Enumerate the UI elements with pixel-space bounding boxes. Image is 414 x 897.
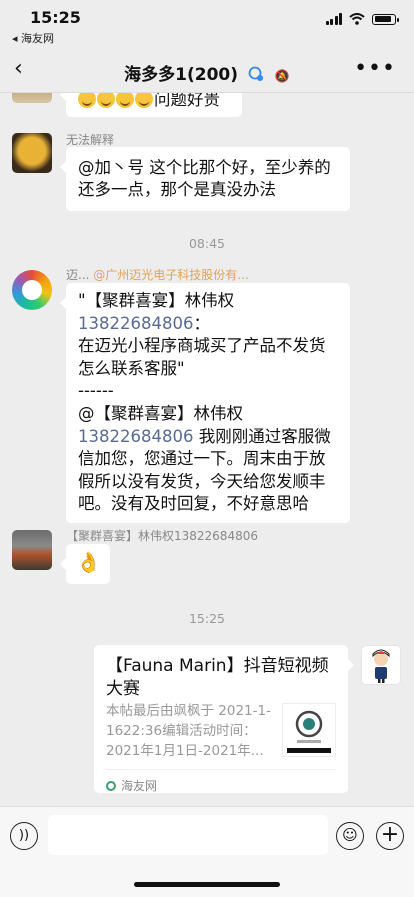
mute-bell-icon: 🔕	[274, 69, 290, 83]
status-time: 15:25	[30, 8, 81, 27]
phone-link[interactable]: 13822684806	[78, 314, 193, 333]
avatar[interactable]	[12, 93, 52, 103]
phone-link[interactable]: 13822684806	[78, 427, 193, 446]
more-icon[interactable]: •••	[354, 56, 396, 81]
card-source-name: 海友网	[121, 779, 158, 793]
avatar[interactable]	[12, 270, 52, 310]
back-to-app-link[interactable]: ◂ 海友网	[12, 30, 54, 46]
card-source: 海友网	[106, 775, 157, 797]
message-bubble[interactable]: 👌	[60, 544, 110, 584]
chat-header: ‹ 海多多1(200) 🔕 •••	[0, 48, 414, 93]
card-divider	[106, 769, 336, 770]
voice-icon[interactable]: ))	[10, 822, 38, 850]
message-text: @加丶号 这个比那个好，至少养的还多一点，那个是真没办法	[78, 158, 331, 199]
avatar[interactable]	[12, 530, 52, 570]
card-title: 【Fauna Marin】抖音短视频大赛	[106, 656, 329, 699]
wifi-icon	[349, 13, 365, 25]
status-bar: 15:25 ◂ 海友网	[0, 0, 414, 48]
home-indicator	[134, 882, 280, 887]
battery-icon	[372, 13, 399, 25]
card-thumbnail	[282, 703, 336, 757]
message-bubble[interactable]: 问题好贵	[60, 93, 242, 117]
message-bubble[interactable]: "【聚群喜宴】林伟权 13822684806： 在迈光小程序商城买了产品不发货怎…	[60, 283, 350, 523]
message-text: @【聚群喜宴】林伟权	[78, 403, 243, 423]
chat-title: 海多多1(200) 🔕	[0, 60, 414, 85]
emoji-icon	[78, 93, 96, 108]
avatar[interactable]	[361, 645, 401, 685]
avatar[interactable]	[12, 133, 52, 173]
sender-name: 【聚群喜宴】林伟权13822684806	[66, 529, 258, 543]
timestamp: 08:45	[188, 236, 226, 251]
group-chat-icon	[248, 66, 263, 81]
message-text: 问题好贵	[154, 93, 220, 109]
chat-title-text: 海多多1(200)	[124, 65, 239, 85]
message-text: "【聚群喜宴】林伟权	[78, 291, 235, 310]
ok-hand-icon: 👌	[76, 550, 101, 574]
message-divider: ------	[78, 381, 114, 401]
plus-icon[interactable]: +	[376, 822, 404, 850]
sender-name: 无法解释	[66, 133, 115, 147]
emoji-icon	[97, 93, 115, 108]
emoji-icon[interactable]: ☺	[336, 822, 364, 850]
status-icons	[325, 13, 399, 25]
sender-name: 迈... @广州迈光电子科技股份有...	[66, 268, 249, 282]
message-bubble[interactable]: @加丶号 这个比那个好，至少养的还多一点，那个是真没办法	[60, 147, 350, 211]
cartoon-avatar-icon	[372, 649, 390, 683]
chat-messages[interactable]: 问题好贵 无法解释 @加丶号 这个比那个好，至少养的还多一点，那个是真没办法 0…	[0, 93, 414, 806]
message-text: 在迈光小程序商城买了产品不发货怎么联系客服"	[78, 336, 326, 378]
shared-link-card[interactable]: 【Fauna Marin】抖音短视频大赛 本帖最后由飒枫于 2021-1-162…	[94, 645, 354, 793]
message-input[interactable]	[48, 815, 328, 855]
timestamp: 15:25	[188, 611, 226, 626]
emoji-icon	[116, 93, 134, 108]
source-app-icon	[106, 781, 116, 791]
signal-icon	[325, 13, 342, 25]
card-description: 本帖最后由飒枫于 2021-1-1622:36编辑活动时间：2021年1月1日-…	[106, 703, 271, 759]
emoji-icon	[135, 93, 153, 108]
